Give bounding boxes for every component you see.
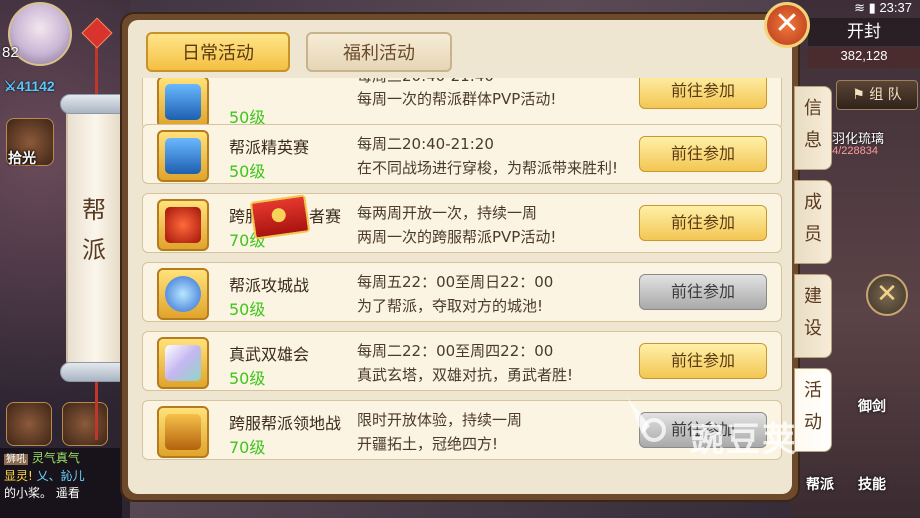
location-coords: 382,128: [808, 48, 920, 68]
activity-time: 每周三20:40-21:40: [357, 78, 494, 86]
panel-title: 帮派: [66, 190, 122, 270]
activity-banner-icon: [165, 138, 201, 174]
activity-desc: 每周一次的帮派群体PVP活动!: [357, 90, 557, 108]
activity-time: 限时开放体验，持续一周: [357, 411, 523, 429]
activity-icon-frame: [157, 199, 209, 251]
blue-orb-icon: [165, 276, 201, 312]
flag-icon: ⚑: [852, 87, 870, 103]
tab-welfare[interactable]: 福利活动: [306, 32, 452, 72]
list-item: 跨服帮派领地战 70级 限时开放体验，持续一周 开疆拓土，冠绝四方! 前往参加: [142, 400, 782, 460]
location-name[interactable]: 开封: [808, 18, 920, 46]
activity-time: 每两周开放一次，持续一周: [357, 204, 538, 222]
activity-banner-icon: [165, 84, 201, 120]
activity-level: 70级: [229, 438, 266, 457]
chat-bubble-icon[interactable]: [62, 402, 108, 446]
tab-activity[interactable]: 活动: [794, 368, 832, 452]
tab-members[interactable]: 成员: [794, 180, 832, 264]
activity-desc: 为了帮派，夺取对方的城池!: [357, 297, 544, 315]
watermark-logo-icon: [628, 398, 666, 442]
chat-line-2: 显灵! 乂、訫儿: [4, 468, 118, 485]
power-glyph: ⚔: [4, 78, 17, 94]
chat-line3-text: 的小桨。 遥看: [4, 486, 80, 500]
activity-time: 每周二20:40-21:20: [357, 135, 494, 153]
red-envelope-icon[interactable]: [249, 194, 311, 240]
activity-desc: 在不同战场进行穿梭，为帮派带来胜利!: [357, 159, 619, 177]
join-button[interactable]: 前往参加: [639, 205, 767, 241]
activity-time: 每周五22：00至周日22：00: [357, 273, 554, 291]
activity-name: 帮派精英赛: [229, 138, 310, 157]
list-item: 跨服帮派勇者赛 70级 每两周开放一次，持续一周 两周一次的跨服帮派PVP活动!…: [142, 193, 782, 253]
cross-swords-icon[interactable]: ✕: [866, 274, 908, 316]
skill-button-label[interactable]: 技能: [858, 474, 886, 494]
guild-button-label[interactable]: 帮派: [806, 474, 834, 494]
activity-time: 每周二22：00至周四22：00: [357, 342, 554, 360]
chat-line-1: 狮吼 灵气真气: [4, 450, 118, 468]
activity-name: 跨服帮派领地战: [229, 414, 342, 433]
activity-icon-frame: [157, 406, 209, 458]
chat-line1-text: 灵气真气: [31, 451, 80, 465]
chat-line-3: 的小桨。 遥看: [4, 485, 118, 502]
dragon-emblem-icon: [165, 207, 201, 243]
tab-info-char-2: 息: [804, 130, 822, 151]
join-button[interactable]: 前往参加: [639, 78, 767, 109]
join-button[interactable]: 前往参加: [639, 343, 767, 379]
tab-daily[interactable]: 日常活动: [146, 32, 290, 72]
watermark-text: 豌豆荚: [690, 420, 798, 460]
tab-members-char-1: 成: [804, 192, 822, 213]
clock: 23:37: [879, 0, 912, 15]
power-value: 41142: [16, 78, 55, 94]
teammate-hp: 34/228834: [826, 145, 878, 157]
activity-name: 真武双雄会: [229, 345, 310, 364]
team-button-label: 组 队: [869, 87, 902, 103]
activity-level: 50级: [229, 369, 266, 388]
join-button[interactable]: 前往参加: [639, 274, 767, 310]
status-bar: ≋ ▮ 23:37: [854, 0, 912, 16]
tab-info-char-1: 信: [804, 98, 822, 119]
activity-level: 50级: [229, 162, 266, 181]
tab-info[interactable]: 信息: [794, 86, 832, 170]
tab-build-char-2: 设: [804, 318, 822, 339]
list-item: 帮派精英赛 50级 每周二20:40-21:20 在不同战场进行穿梭，为帮派带来…: [142, 124, 782, 184]
tab-members-char-2: 员: [804, 224, 822, 245]
sword-fly-label[interactable]: 御剑: [858, 396, 886, 416]
activity-level: 50级: [229, 300, 266, 319]
chat-channel-tag: 狮吼: [4, 454, 28, 465]
activity-icon-frame: [157, 78, 209, 128]
war-banner-icon: [165, 414, 201, 450]
list-item: 帮派攻城战 50级 每周五22：00至周日22：00 为了帮派，夺取对方的城池!…: [142, 262, 782, 322]
join-button[interactable]: 前往参加: [639, 136, 767, 172]
chat-line2-text: 显灵!: [4, 469, 33, 483]
list-item: 真武双雄会 50级 每周二22：00至周四22：00 真武玄塔，双雄对抗，勇武者…: [142, 331, 782, 391]
player-power: ⚔41142: [4, 78, 55, 95]
player-level: 82: [2, 44, 19, 61]
wifi-icon: ≋ ▮: [854, 0, 880, 15]
tab-activity-char-2: 动: [804, 412, 822, 433]
list-item: 50级 每周三20:40-21:40 每周一次的帮派群体PVP活动! 前往参加: [142, 78, 782, 130]
activity-list[interactable]: 50级 每周三20:40-21:40 每周一次的帮派群体PVP活动! 前往参加 …: [138, 78, 786, 478]
silk-ribbon-icon: [165, 345, 201, 381]
chat-line2-name: 乂、訫儿: [36, 469, 85, 483]
close-icon[interactable]: ✕: [764, 2, 810, 48]
title-char-1: 帮: [82, 196, 106, 224]
title-char-2: 派: [82, 236, 106, 264]
pickup-label: 拾光: [8, 151, 36, 167]
activity-name: 帮派攻城战: [229, 276, 310, 295]
tab-build-char-1: 建: [804, 286, 822, 307]
tab-build[interactable]: 建设: [794, 274, 832, 358]
activity-icon-frame: [157, 268, 209, 320]
chat-panel[interactable]: 狮吼 灵气真气 显灵! 乂、訫儿 的小桨。 遥看: [0, 448, 122, 518]
team-button[interactable]: ⚑ 组 队: [836, 80, 918, 110]
activity-icon-frame: [157, 130, 209, 182]
tab-activity-char-1: 活: [804, 380, 822, 401]
activity-icon-frame: [157, 337, 209, 389]
friends-icon[interactable]: [6, 402, 52, 446]
activity-desc: 两周一次的跨服帮派PVP活动!: [357, 228, 557, 246]
activity-desc: 开疆拓土，冠绝四方!: [357, 435, 499, 453]
activity-desc: 真武玄塔，双雄对抗，勇武者胜!: [357, 366, 574, 384]
